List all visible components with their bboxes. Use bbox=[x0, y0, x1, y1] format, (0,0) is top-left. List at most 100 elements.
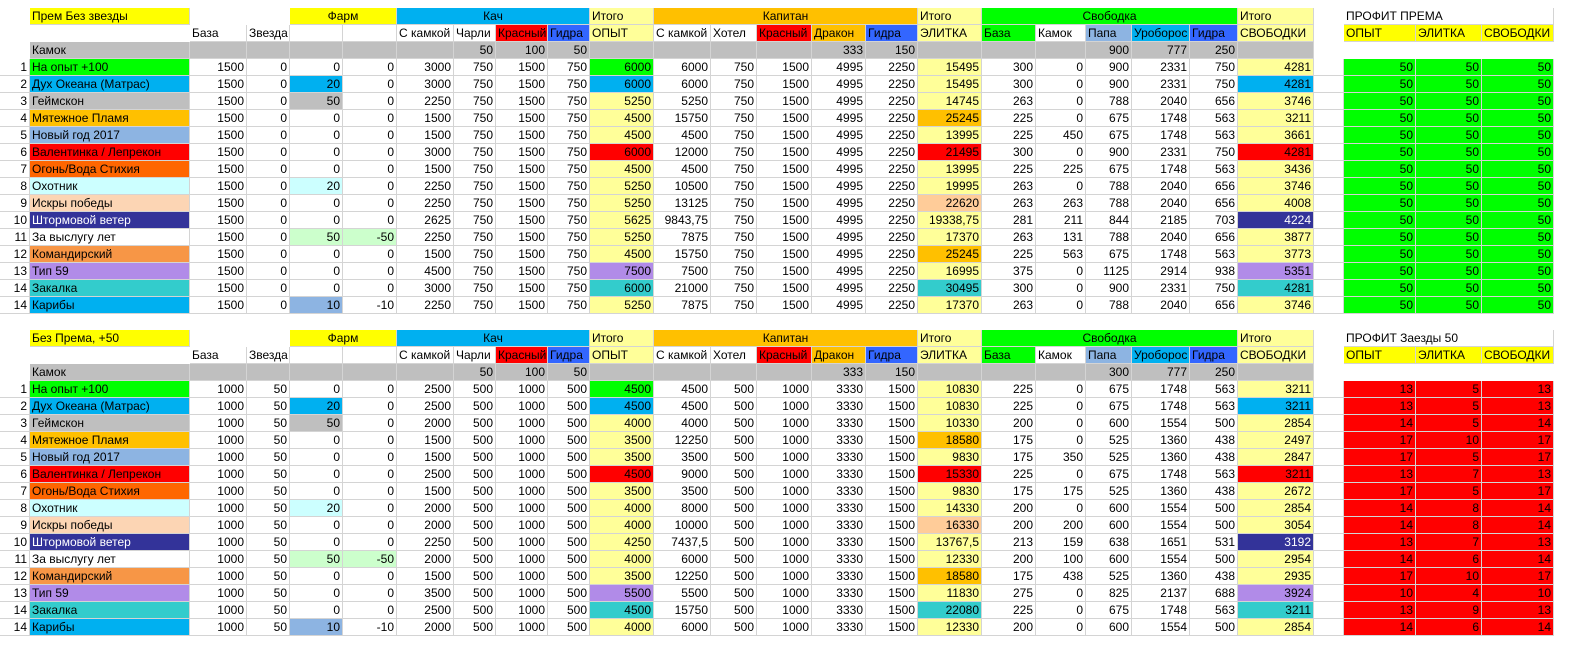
data-cell[interactable]: 5250 bbox=[654, 93, 711, 110]
itogo-svobodki[interactable]: 3746 bbox=[1238, 178, 1314, 195]
itogo-svobodki[interactable]: 3211 bbox=[1238, 398, 1314, 415]
itogo-elitka[interactable]: 13767,5 bbox=[918, 534, 982, 551]
data-cell[interactable]: 1500 bbox=[757, 76, 812, 93]
data-cell[interactable]: 1500 bbox=[866, 568, 918, 585]
data-cell[interactable]: 1500 bbox=[757, 212, 812, 229]
profit-value[interactable]: 14 bbox=[1482, 415, 1554, 432]
data-cell[interactable]: 500 bbox=[548, 534, 590, 551]
data-cell[interactable]: 0 bbox=[1036, 415, 1086, 432]
data-cell[interactable]: 825 bbox=[1086, 585, 1132, 602]
data-cell[interactable]: 750 bbox=[454, 144, 496, 161]
data-cell[interactable]: 0 bbox=[247, 195, 290, 212]
data-cell[interactable]: 225 bbox=[982, 127, 1036, 144]
data-cell[interactable]: 0 bbox=[290, 246, 343, 263]
data-cell[interactable]: 0 bbox=[290, 585, 343, 602]
profit-value[interactable]: 17 bbox=[1344, 449, 1416, 466]
data-cell[interactable]: 1748 bbox=[1132, 602, 1190, 619]
kamok-value[interactable] bbox=[918, 364, 982, 381]
data-cell[interactable]: 0 bbox=[1036, 432, 1086, 449]
itogo-opyt[interactable]: 4000 bbox=[590, 551, 654, 568]
profit-value[interactable]: 50 bbox=[1416, 178, 1482, 195]
data-cell[interactable]: 1500 bbox=[496, 144, 548, 161]
itogo-opyt[interactable]: 3500 bbox=[590, 568, 654, 585]
column-header[interactable]: Звезда bbox=[247, 347, 290, 364]
kamok-fill[interactable] bbox=[290, 42, 343, 59]
spacer-cell[interactable] bbox=[1314, 602, 1344, 619]
column-header[interactable]: ЭЛИТКА bbox=[918, 25, 982, 42]
row-number[interactable]: 13 bbox=[0, 263, 30, 280]
data-cell[interactable]: 2500 bbox=[397, 602, 454, 619]
data-cell[interactable]: 1000 bbox=[190, 381, 247, 398]
data-cell[interactable]: 1500 bbox=[190, 161, 247, 178]
itogo-svobodki[interactable]: 3054 bbox=[1238, 517, 1314, 534]
data-cell[interactable]: 1500 bbox=[496, 93, 548, 110]
data-cell[interactable]: 7500 bbox=[654, 263, 711, 280]
profit-header[interactable]: СВОБОДКИ bbox=[1482, 347, 1554, 364]
kamok-value[interactable]: 300 bbox=[1086, 364, 1132, 381]
kamok-value[interactable] bbox=[1036, 42, 1086, 59]
data-cell[interactable]: 2250 bbox=[397, 93, 454, 110]
profit-value[interactable]: 9 bbox=[1416, 602, 1482, 619]
data-cell[interactable]: 0 bbox=[1036, 466, 1086, 483]
data-cell[interactable]: 500 bbox=[548, 500, 590, 517]
row-number[interactable]: 13 bbox=[0, 585, 30, 602]
data-cell[interactable]: 1500 bbox=[496, 263, 548, 280]
data-cell[interactable]: 1500 bbox=[866, 449, 918, 466]
data-cell[interactable]: 656 bbox=[1190, 195, 1238, 212]
data-cell[interactable]: 200 bbox=[982, 619, 1036, 636]
itogo-opyt[interactable]: 4250 bbox=[590, 534, 654, 551]
profit-value[interactable]: 5 bbox=[1416, 483, 1482, 500]
data-cell[interactable]: 1000 bbox=[496, 500, 548, 517]
data-cell[interactable]: 0 bbox=[1036, 263, 1086, 280]
itogo-svobodki[interactable]: 3746 bbox=[1238, 93, 1314, 110]
data-cell[interactable]: 4995 bbox=[812, 144, 866, 161]
profit-value[interactable]: 14 bbox=[1344, 415, 1416, 432]
data-cell[interactable]: 0 bbox=[343, 415, 397, 432]
data-cell[interactable]: 225 bbox=[982, 398, 1036, 415]
row-name[interactable]: На опыт +100 bbox=[30, 59, 190, 76]
data-cell[interactable]: 563 bbox=[1190, 127, 1238, 144]
row-name[interactable]: Дух Океана (Матрас) bbox=[30, 76, 190, 93]
column-header[interactable]: С камкой bbox=[654, 25, 711, 42]
kamok-label[interactable]: Камок bbox=[30, 42, 190, 59]
data-cell[interactable]: 500 bbox=[711, 466, 757, 483]
data-cell[interactable]: 1500 bbox=[397, 449, 454, 466]
itogo-elitka[interactable]: 13995 bbox=[918, 127, 982, 144]
data-cell[interactable]: 1500 bbox=[190, 76, 247, 93]
kamok-value[interactable]: 333 bbox=[812, 364, 866, 381]
data-cell[interactable]: 500 bbox=[711, 415, 757, 432]
itogo-elitka[interactable]: 9830 bbox=[918, 449, 982, 466]
data-cell[interactable]: 1500 bbox=[397, 110, 454, 127]
profit-value[interactable]: 50 bbox=[1344, 212, 1416, 229]
data-cell[interactable]: 0 bbox=[343, 534, 397, 551]
row-number[interactable]: 2 bbox=[0, 398, 30, 415]
data-cell[interactable]: 1500 bbox=[496, 110, 548, 127]
itogo-svobodki[interactable]: 3661 bbox=[1238, 127, 1314, 144]
row-name[interactable]: Искры победы bbox=[30, 517, 190, 534]
kamok-value[interactable]: 777 bbox=[1132, 42, 1190, 59]
data-cell[interactable]: 900 bbox=[1086, 76, 1132, 93]
data-cell[interactable]: 1500 bbox=[190, 178, 247, 195]
farm-value[interactable]: 10 bbox=[290, 619, 343, 636]
data-cell[interactable]: 50 bbox=[247, 619, 290, 636]
data-cell[interactable]: 600 bbox=[1086, 517, 1132, 534]
data-cell[interactable]: 500 bbox=[711, 551, 757, 568]
data-cell[interactable]: 213 bbox=[982, 534, 1036, 551]
row-number[interactable]: 11 bbox=[0, 229, 30, 246]
data-cell[interactable]: 750 bbox=[711, 195, 757, 212]
profit-value[interactable]: 50 bbox=[1344, 178, 1416, 195]
data-cell[interactable]: 438 bbox=[1190, 449, 1238, 466]
profit-value[interactable]: 17 bbox=[1344, 432, 1416, 449]
column-header[interactable]: Хотел bbox=[711, 25, 757, 42]
data-cell[interactable]: 563 bbox=[1190, 398, 1238, 415]
data-cell[interactable]: 1000 bbox=[190, 398, 247, 415]
data-cell[interactable]: 3330 bbox=[812, 398, 866, 415]
row-name[interactable]: Валентинка / Лепрекон bbox=[30, 466, 190, 483]
itogo-elitka[interactable]: 13995 bbox=[918, 161, 982, 178]
data-cell[interactable]: 1000 bbox=[757, 483, 812, 500]
column-header[interactable]: Гидра bbox=[1190, 25, 1238, 42]
data-cell[interactable]: 0 bbox=[247, 127, 290, 144]
data-cell[interactable]: 2250 bbox=[866, 127, 918, 144]
data-cell[interactable]: 563 bbox=[1190, 381, 1238, 398]
data-cell[interactable]: 2250 bbox=[397, 178, 454, 195]
